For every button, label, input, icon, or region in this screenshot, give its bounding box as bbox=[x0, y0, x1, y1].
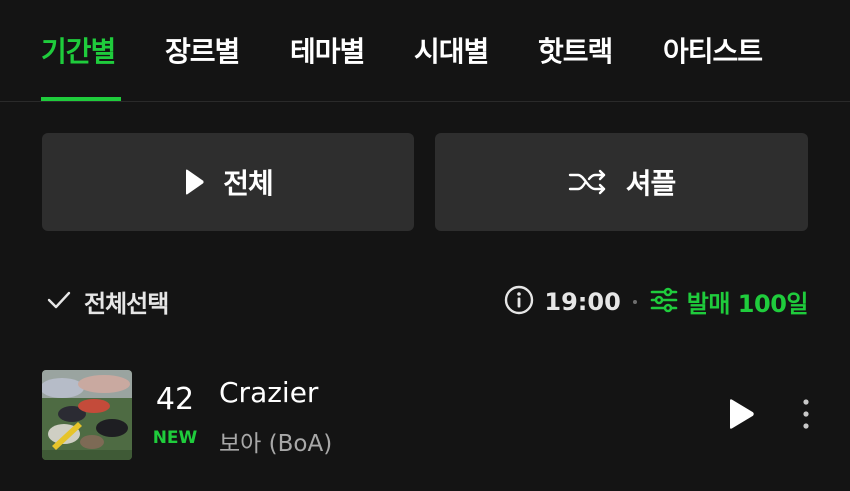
chart-page: 기간별 장르별 테마별 시대별 핫트랙 아티스트 전체 셔플 전체선택 19:0… bbox=[0, 0, 850, 491]
shuffle-icon bbox=[568, 169, 608, 195]
song-row[interactable]: 42 NEW Crazier 보아 (BoA) bbox=[0, 368, 850, 462]
album-cover[interactable] bbox=[42, 370, 132, 460]
song-title[interactable]: Crazier bbox=[219, 376, 318, 409]
update-time: 19:00 bbox=[504, 285, 621, 319]
more-vertical-icon[interactable] bbox=[796, 396, 816, 432]
tab-artist[interactable]: 아티스트 bbox=[663, 30, 763, 70]
release-filter-label: 발매 100일 bbox=[686, 290, 809, 318]
artist-name[interactable]: 보아 (BoA) bbox=[219, 424, 332, 458]
shuffle-label: 셔플 bbox=[625, 167, 677, 200]
chart-meta: 19:00 발매 100일 bbox=[504, 284, 809, 319]
tab-genre[interactable]: 장르별 bbox=[165, 30, 240, 70]
info-icon[interactable] bbox=[504, 285, 534, 319]
tab-theme[interactable]: 테마별 bbox=[290, 30, 365, 70]
play-all-button[interactable]: 전체 bbox=[42, 133, 414, 231]
play-icon bbox=[183, 168, 205, 196]
category-tabs: 기간별 장르별 테마별 시대별 핫트랙 아티스트 bbox=[0, 0, 850, 102]
separator-dot bbox=[632, 299, 637, 304]
sliders-icon bbox=[649, 287, 679, 317]
tab-hot-track[interactable]: 핫트랙 bbox=[538, 30, 613, 70]
active-tab-indicator bbox=[41, 97, 121, 101]
play-icon[interactable] bbox=[724, 396, 760, 432]
list-toolbar: 전체선택 19:00 발매 100일 bbox=[0, 280, 850, 324]
release-filter-button[interactable]: 발매 100일 bbox=[649, 284, 809, 319]
update-time-text: 19:00 bbox=[544, 287, 621, 316]
select-all-toggle[interactable]: 전체선택 bbox=[46, 284, 169, 319]
tab-era[interactable]: 시대별 bbox=[414, 30, 489, 70]
new-badge: NEW bbox=[152, 428, 198, 448]
shuffle-button[interactable]: 셔플 bbox=[435, 133, 808, 231]
play-all-label: 전체 bbox=[223, 167, 274, 200]
check-icon bbox=[46, 289, 72, 315]
chart-rank: 42 bbox=[155, 382, 195, 417]
tab-period[interactable]: 기간별 bbox=[41, 30, 116, 70]
select-all-label: 전체선택 bbox=[84, 290, 169, 318]
